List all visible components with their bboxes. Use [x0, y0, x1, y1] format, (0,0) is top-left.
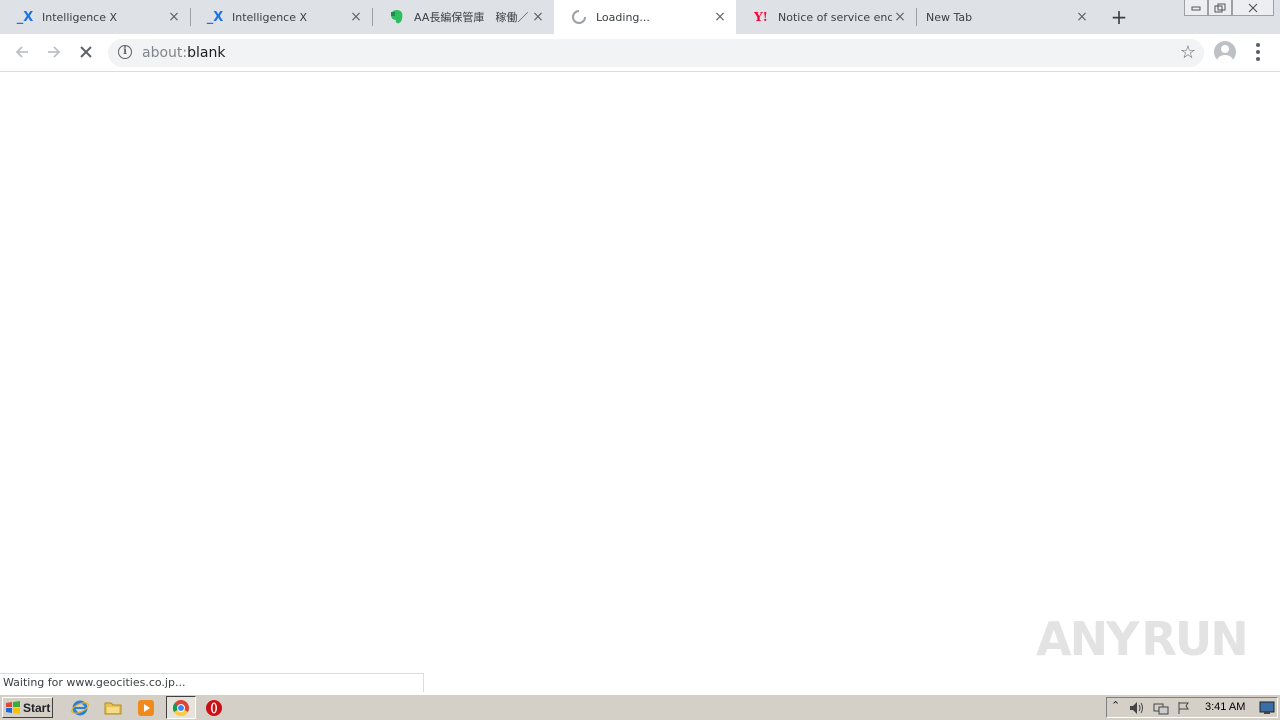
clock[interactable]: 3:41 AM	[1205, 701, 1245, 713]
minimize-button[interactable]	[1184, 0, 1208, 16]
close-tab-icon[interactable]: ×	[348, 9, 364, 25]
tab-strip: _X Intelligence X × _X Intelligence X × …	[0, 0, 1280, 34]
watermark-text-right: RUN	[1141, 612, 1248, 666]
opera-icon[interactable]	[204, 698, 224, 718]
address-bar[interactable]: i about:blank ☆	[108, 39, 1204, 67]
tab-title: Intelligence X	[42, 10, 118, 24]
tab-notice-of-service-end[interactable]: Y! Notice of service end ×	[736, 0, 916, 34]
volume-icon[interactable]	[1129, 701, 1145, 715]
tab-title: Notice of service end	[778, 10, 892, 24]
tab-title: Intelligence X	[232, 10, 308, 24]
browser-toolbar: i about:blank ☆	[0, 34, 1280, 72]
close-tab-icon[interactable]: ×	[166, 9, 182, 25]
avatar-head	[1221, 45, 1229, 53]
stop-loading-button[interactable]	[72, 38, 100, 66]
url-scheme: about:	[142, 45, 188, 61]
evernote-icon	[388, 9, 406, 25]
close-window-button[interactable]	[1232, 0, 1274, 16]
show-hidden-icons-icon[interactable]: ⌃	[1111, 699, 1120, 712]
menu-dot	[1256, 43, 1260, 47]
restore-icon	[1214, 3, 1226, 12]
menu-dot	[1256, 50, 1260, 54]
minimize-icon	[1191, 6, 1201, 10]
yahoo-y-icon: Y!	[754, 10, 768, 24]
avatar-body	[1217, 55, 1233, 63]
close-tab-icon[interactable]: ×	[530, 9, 546, 25]
forward-arrow-icon	[48, 46, 61, 58]
anyrun-watermark: ANY RUN	[1036, 604, 1249, 674]
new-tab-button[interactable]: +	[1108, 5, 1130, 29]
media-player-icon[interactable]	[136, 698, 156, 718]
close-tab-icon[interactable]: ×	[712, 9, 728, 25]
address-text[interactable]: about:blank	[142, 45, 225, 61]
watermark-text-left: ANY	[1036, 612, 1139, 666]
close-tab-icon[interactable]: ×	[892, 9, 908, 25]
loading-spinner-icon	[570, 9, 588, 25]
back-button[interactable]	[8, 38, 36, 66]
forward-button[interactable]	[40, 38, 68, 66]
tab-intelligence-x-2[interactable]: _X Intelligence X ×	[190, 0, 372, 34]
chrome-icon[interactable]	[171, 698, 191, 718]
action-center-flag-icon[interactable]	[1177, 701, 1191, 715]
tab-loading[interactable]: Loading... ×	[554, 0, 736, 34]
file-explorer-icon[interactable]	[103, 698, 123, 718]
start-button[interactable]: Start	[2, 697, 53, 718]
url-path: blank	[187, 45, 226, 61]
status-bubble: Waiting for www.geocities.co.jp...	[0, 673, 424, 692]
tab-intelligence-x-1[interactable]: _X Intelligence X ×	[0, 0, 190, 34]
stop-x-icon	[80, 46, 92, 58]
tab-new-tab[interactable]: New Tab ×	[916, 0, 1098, 34]
bookmark-star-icon[interactable]: ☆	[1180, 42, 1196, 63]
restore-button[interactable]	[1208, 0, 1232, 16]
browser-menu-button[interactable]	[1250, 40, 1266, 64]
windows-flag-icon	[6, 700, 20, 714]
close-tab-icon[interactable]: ×	[1074, 9, 1090, 25]
windows-taskbar: Start ⌃ 3:41 AM	[0, 694, 1280, 720]
menu-dot	[1256, 57, 1260, 61]
page-content	[0, 72, 1280, 692]
start-label: Start	[23, 700, 51, 715]
profile-avatar[interactable]	[1214, 41, 1236, 63]
show-desktop-icon[interactable]	[1259, 701, 1275, 715]
close-icon	[1248, 3, 1258, 12]
tab-title: AA長編保管庫 稼働／｜	[414, 11, 530, 24]
info-icon[interactable]: i	[118, 45, 132, 59]
tab-aa-archive[interactable]: AA長編保管庫 稼働／｜ ×	[372, 0, 554, 34]
internet-explorer-icon[interactable]	[70, 698, 90, 718]
system-tray: ⌃ 3:41 AM	[1106, 697, 1278, 718]
back-arrow-icon	[15, 46, 28, 58]
x-logo-icon: _X	[206, 9, 224, 25]
network-icon[interactable]	[1153, 701, 1169, 715]
tab-title: New Tab	[926, 10, 973, 24]
tab-title: Loading...	[596, 10, 650, 24]
x-logo-icon: _X	[16, 9, 34, 25]
